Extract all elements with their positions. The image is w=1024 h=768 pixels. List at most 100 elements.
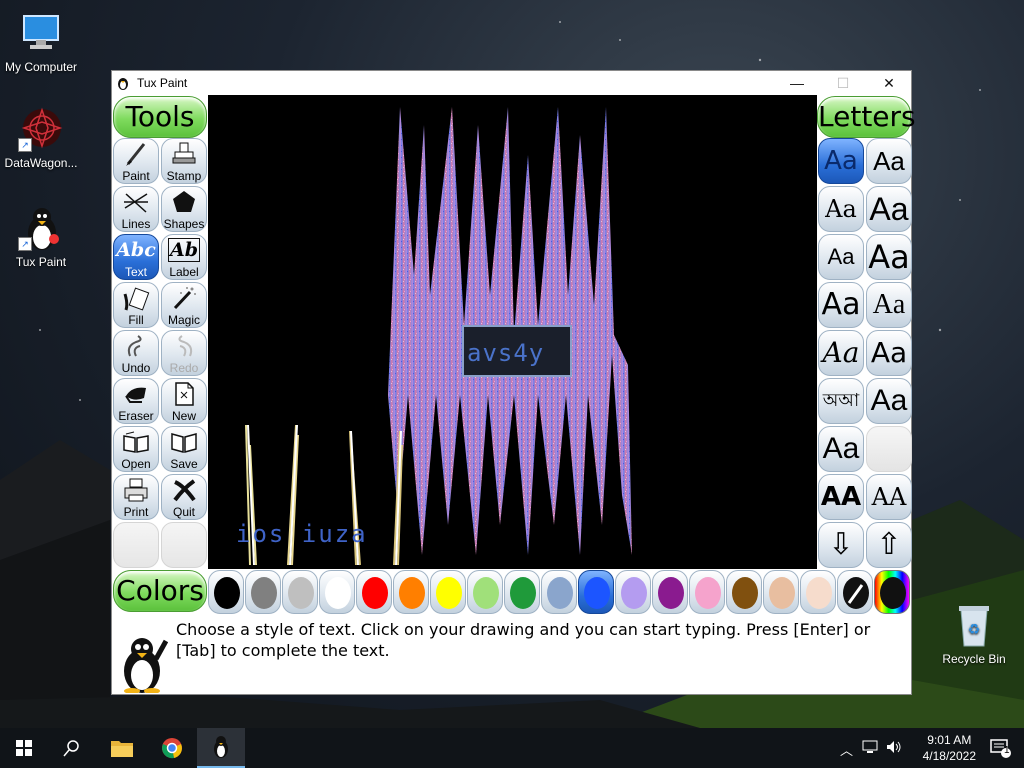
- color-swatch[interactable]: [319, 570, 355, 614]
- maximize-button[interactable]: ☐: [820, 71, 866, 95]
- color-swatch[interactable]: [615, 570, 651, 614]
- tool-save[interactable]: Save: [161, 426, 207, 472]
- tool-eraser[interactable]: Eraser: [113, 378, 159, 424]
- font-option[interactable]: Aa: [818, 426, 864, 472]
- tux-penguin-icon: [214, 736, 228, 758]
- text-size-option[interactable]: AA: [866, 474, 912, 520]
- action-center-button[interactable]: 1: [976, 728, 1024, 768]
- tux-paint-window: Tux Paint — ☐ ✕ Tools Paint Stamp Lines …: [111, 70, 916, 695]
- color-swatch[interactable]: [689, 570, 725, 614]
- color-swatch[interactable]: [541, 570, 577, 614]
- letters-header: Letters: [817, 96, 916, 138]
- tool-stamp[interactable]: Stamp: [161, 138, 207, 184]
- tool-label: Redo: [169, 361, 199, 375]
- redo-icon: [162, 331, 206, 361]
- color-swatch[interactable]: [245, 570, 281, 614]
- tool-shapes[interactable]: Shapes: [161, 186, 207, 232]
- close-icon: ✕: [883, 75, 895, 91]
- color-swatch-dot: [399, 577, 425, 609]
- color-swatch[interactable]: [467, 570, 503, 614]
- tux-mascot-icon: [124, 638, 168, 693]
- font-option[interactable]: Aa: [866, 330, 912, 376]
- font-option[interactable]: Aa: [866, 234, 912, 280]
- color-swatch-dot: [362, 577, 388, 609]
- taskbar-file-explorer[interactable]: [98, 728, 146, 768]
- font-option[interactable]: Aa: [866, 282, 912, 328]
- font-option[interactable]: Aa: [818, 234, 864, 280]
- font-option[interactable]: Aa: [866, 138, 912, 184]
- notification-count: 1: [1004, 745, 1010, 756]
- tool-paint[interactable]: Paint: [113, 138, 159, 184]
- tool-open[interactable]: Open: [113, 426, 159, 472]
- color-swatch[interactable]: [800, 570, 836, 614]
- color-swatch[interactable]: [393, 570, 429, 614]
- tool-magic[interactable]: Magic: [161, 282, 207, 328]
- color-swatch[interactable]: [430, 570, 466, 614]
- color-swatch[interactable]: [763, 570, 799, 614]
- text-entry-box[interactable]: avs4y: [462, 325, 572, 377]
- instruction-area: Choose a style of text. Click on your dr…: [112, 615, 911, 694]
- color-swatch-dot: [584, 577, 610, 609]
- network-icon[interactable]: [862, 740, 878, 757]
- drawing-canvas[interactable]: ios iuza avs4y: [208, 95, 817, 569]
- font-option[interactable]: অআ: [818, 378, 864, 424]
- desktop-icon-tux-paint[interactable]: ↗ Tux Paint: [0, 205, 82, 269]
- tool-quit[interactable]: Quit: [161, 474, 207, 520]
- tool-fill[interactable]: Fill: [113, 282, 159, 328]
- volume-icon[interactable]: [886, 740, 902, 757]
- instruction-text: Choose a style of text. Click on your dr…: [176, 620, 871, 660]
- tool-lines[interactable]: Lines: [113, 186, 159, 232]
- scroll-down-button[interactable]: ⇩: [818, 522, 864, 568]
- color-rainbow-button[interactable]: [874, 570, 910, 614]
- tool-print[interactable]: Print: [113, 474, 159, 520]
- color-picker-button[interactable]: [837, 570, 873, 614]
- tool-text[interactable]: Abc Text: [113, 234, 159, 280]
- font-option[interactable]: Aa: [818, 138, 864, 184]
- start-button[interactable]: [0, 728, 48, 768]
- show-hidden-icons[interactable]: ︿: [840, 740, 853, 759]
- desktop-icon-my-computer[interactable]: My Computer: [0, 10, 82, 74]
- search-button[interactable]: [48, 728, 96, 768]
- text-size-option[interactable]: AA: [818, 474, 864, 520]
- tool-label: Magic: [167, 313, 200, 327]
- color-swatch-dot: [658, 577, 684, 609]
- system-clock[interactable]: 9:01 AM 4/18/2022: [923, 732, 976, 764]
- pentagon-icon: [162, 187, 206, 217]
- color-swatch[interactable]: [652, 570, 688, 614]
- font-option[interactable]: Aa: [866, 186, 912, 232]
- tool-label: Save: [170, 457, 198, 471]
- taskbar-chrome[interactable]: [148, 728, 196, 768]
- color-swatch[interactable]: [356, 570, 392, 614]
- font-option[interactable]: Aa: [818, 186, 864, 232]
- font-option[interactable]: Aa: [866, 378, 912, 424]
- color-swatch[interactable]: [282, 570, 318, 614]
- desktop-icon-label: Tux Paint: [15, 255, 67, 269]
- taskbar-tux-paint[interactable]: [197, 728, 245, 768]
- tool-undo[interactable]: Undo: [113, 330, 159, 376]
- tool-label[interactable]: Ab Label: [161, 234, 207, 280]
- tool-redo[interactable]: Redo: [161, 330, 207, 376]
- color-swatch[interactable]: [578, 570, 614, 614]
- color-swatch[interactable]: [208, 570, 244, 614]
- tools-panel: Tools Paint Stamp Lines Shapes Abc Text …: [112, 95, 208, 569]
- colors-header: Colors: [113, 570, 207, 612]
- folder-icon: [111, 741, 133, 757]
- desktop-icon-datawagon[interactable]: ↗ DataWagon...: [0, 106, 82, 170]
- tool-new[interactable]: New: [161, 378, 207, 424]
- color-swatch-dot: [510, 577, 536, 609]
- new-document-icon: [162, 379, 206, 409]
- font-option[interactable]: Aa: [818, 282, 864, 328]
- close-button[interactable]: ✕: [866, 71, 912, 95]
- eraser-icon: [114, 379, 158, 409]
- color-swatch-dot: [695, 577, 721, 609]
- color-swatch[interactable]: [726, 570, 762, 614]
- color-swatch[interactable]: [504, 570, 540, 614]
- letters-panel: Letters Aa Aa Aa Aa Aa Aa Aa Aa Aa Aa অআ…: [817, 95, 916, 569]
- minimize-button[interactable]: —: [774, 71, 820, 95]
- title-bar[interactable]: Tux Paint — ☐ ✕: [112, 71, 911, 95]
- desktop-icon-recycle-bin[interactable]: ♻ Recycle Bin: [933, 602, 1015, 666]
- font-option[interactable]: Aa: [818, 330, 864, 376]
- font-empty-slot: [866, 426, 912, 472]
- color-swatch-dot: [806, 577, 832, 609]
- scroll-up-button[interactable]: ⇧: [866, 522, 912, 568]
